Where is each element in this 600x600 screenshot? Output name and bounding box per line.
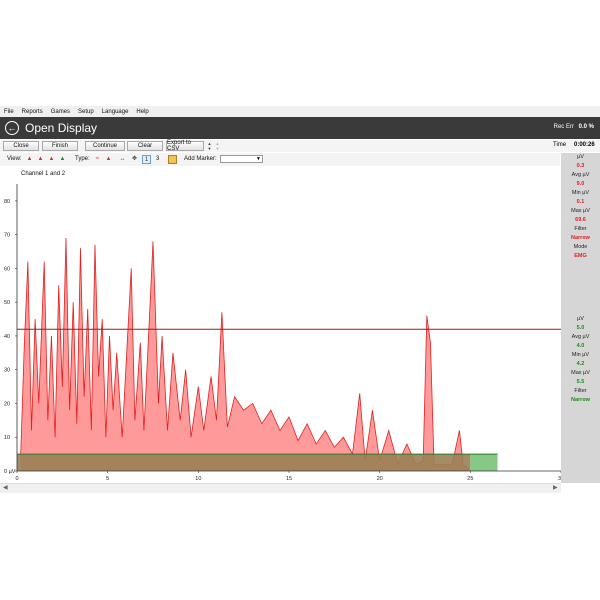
menu-language[interactable]: Language [98,109,133,115]
ch1-avg-label: Avg µV [571,172,590,178]
ch1-max-label: Max µV [571,208,590,214]
view-green-icon[interactable]: ▲ [58,155,67,164]
ch1-filter-value: Narrow [571,235,590,241]
type-line-icon[interactable]: ≈ [93,155,102,164]
menu-file[interactable]: File [0,109,18,115]
time-value: 0:00:26 [574,142,595,148]
x-tick-label: 5 [106,476,109,482]
ch2-filter-label: Filter [574,388,587,394]
channel-count: 3 [156,156,160,162]
time-label: Time [553,142,567,148]
type-label: Type: [75,156,90,162]
export-spinner-icon[interactable]: ▲ ▼ [206,141,213,151]
view-stack-icon[interactable]: ▲ [36,155,45,164]
ch1-mode-label: Mode [573,244,588,250]
export-spinner-alt-icon[interactable]: ▲ ▼ [214,141,221,151]
y-tick-label: 20 [4,401,10,407]
ch1-filter-label: Filter [574,226,587,232]
y-tick-label: 0 µV [4,469,16,475]
y-tick-label: 70 [4,233,10,239]
y-tick-label: 30 [4,368,10,374]
x-tick-label: 20 [377,476,383,482]
clear-button[interactable]: Clear [127,141,163,151]
ch2-max-value: 5.5 [576,379,585,385]
chevron-down-icon: ▼ [256,156,261,162]
menu-reports[interactable]: Reports [18,109,47,115]
add-marker-label: Add Marker: [184,156,217,162]
view-label: View: [7,156,22,162]
ch1-mode-value: EMG [574,253,587,259]
menu-setup[interactable]: Setup [74,109,98,115]
stats-spacer [561,261,600,315]
emg-chart: 0 µV1020304050607080051015202530 [4,184,561,482]
ch2-max-label: Max µV [571,370,590,376]
menu-bar: File Reports Games Setup Language Help [0,106,600,117]
scroll-right-icon[interactable]: ▶ [553,484,558,491]
ch2-uv-label: µV [577,316,584,322]
y-tick-label: 40 [4,334,10,340]
ch2-overlap-area [17,454,471,471]
ch2-avg-value: 4.0 [576,343,585,349]
view-bar-icon[interactable]: ▲ [25,155,34,164]
calendar-icon[interactable] [168,155,177,164]
back-arrow-icon[interactable]: ← [5,121,19,135]
ch2-min-value: 4.2 [576,361,585,367]
ch2-min-label: Min µV [571,352,590,358]
y-tick-label: 60 [4,266,10,272]
horizontal-scrollbar[interactable]: ◀ ▶ [0,483,561,493]
x-tick-label: 25 [467,476,473,482]
y-tick-label: 80 [4,199,10,205]
rec-err-label: Rec Err [553,124,574,130]
ch1-uv-label: µV [577,154,584,160]
expand-horizontal-icon[interactable]: ↔ [118,155,127,164]
rec-err: Rec Err 0.0 % [554,124,594,130]
export-csv-button[interactable]: Export to CSV [166,140,204,152]
view-toolbar: View: ▲ ▲ ▲ ▲ Type: ≈ ▲ ↔ ✥ 1 3 Add Mark… [0,153,560,166]
rec-err-value: 0.0 % [578,124,594,130]
ch1-min-label: Min µV [571,190,590,196]
scroll-left-icon[interactable]: ◀ [3,484,8,491]
ch2-filter-value: Narrow [571,397,590,403]
ch2-area [470,454,498,471]
ch1-uv-value: 0.3 [576,163,585,169]
control-toolbar: Close Finish Continue Clear Export to CS… [0,140,600,152]
close-button[interactable]: Close [3,141,39,151]
continue-button[interactable]: Continue [85,141,125,151]
page-title: Open Display [25,121,98,135]
menu-help[interactable]: Help [132,109,152,115]
ch2-avg-label: Avg µV [571,334,590,340]
y-tick-label: 10 [4,435,10,441]
view-split-icon[interactable]: ▲ [47,155,56,164]
channel-select-icon[interactable]: 1 [142,155,151,164]
add-marker-select[interactable]: ▼ [220,155,263,163]
type-area-icon[interactable]: ▲ [104,155,113,164]
ch1-min-value: 0.1 [576,199,585,205]
x-tick-label: 10 [195,476,201,482]
x-tick-label: 15 [286,476,292,482]
menu-games[interactable]: Games [47,109,74,115]
y-tick-label: 50 [4,300,10,306]
x-tick-label: 0 [15,476,18,482]
app-window: File Reports Games Setup Language Help ←… [0,106,600,493]
move-icon[interactable]: ✥ [130,155,139,164]
ch1-max-value: 69.6 [575,217,586,223]
ch1-avg-value: 9.0 [576,181,585,187]
title-bar: ← Open Display Rec Err 0.0 % [0,117,600,139]
stats-panel: µV 0.3 Avg µV 9.0 Min µV 0.1 Max µV 69.6… [561,153,600,483]
finish-button[interactable]: Finish [42,141,78,151]
ch2-uv-value: 5.0 [576,325,585,331]
